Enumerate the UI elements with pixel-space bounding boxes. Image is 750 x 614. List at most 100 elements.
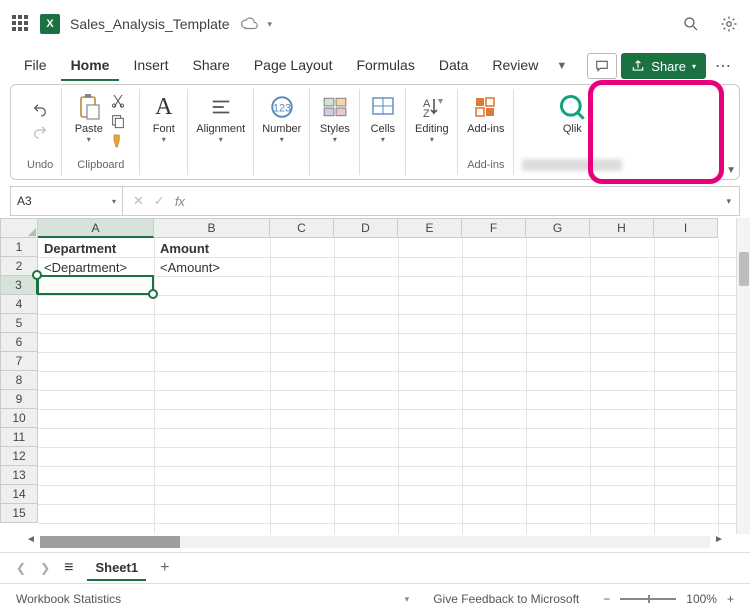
enter-formula-icon[interactable]: ✓ [154, 193, 165, 209]
row-header-4[interactable]: 4 [0, 295, 38, 314]
col-header-A[interactable]: A [38, 218, 154, 238]
scroll-right-icon[interactable]: ► [712, 534, 726, 545]
app-launcher-icon[interactable] [12, 15, 30, 33]
qlik-button[interactable]: Qlik [558, 93, 586, 135]
row-header-8[interactable]: 8 [0, 371, 38, 390]
collapse-ribbon-icon[interactable]: ▼ [726, 165, 736, 176]
tab-data[interactable]: Data [429, 51, 479, 81]
row-header-10[interactable]: 10 [0, 409, 38, 428]
row-header-13[interactable]: 13 [0, 466, 38, 485]
scroll-thumb[interactable] [739, 252, 749, 286]
select-all-corner[interactable] [0, 218, 38, 238]
file-name[interactable]: Sales_Analysis_Template [70, 16, 230, 32]
expand-formula-bar-icon[interactable]: ▾ [718, 196, 739, 207]
col-header-F[interactable]: F [462, 218, 526, 238]
fx-icon[interactable]: fx [175, 194, 185, 209]
cell-B2[interactable]: <Amount> [156, 258, 224, 277]
number-button[interactable]: 123 Number▾ [262, 93, 301, 144]
row-headers[interactable]: 123456789101112131415 [0, 238, 38, 523]
addins-group-label: Add-ins [467, 159, 504, 171]
row-header-3[interactable]: 3 [0, 276, 38, 295]
addins-button[interactable]: Add-ins [467, 93, 504, 135]
vertical-scrollbar[interactable] [736, 218, 750, 534]
copy-icon[interactable] [109, 113, 127, 129]
excel-app-icon: X [40, 14, 60, 34]
zoom-out-button[interactable]: − [603, 592, 610, 606]
zoom-control[interactable]: − 100% + [603, 592, 734, 606]
cut-icon[interactable] [109, 93, 127, 109]
col-header-D[interactable]: D [334, 218, 398, 238]
tab-home[interactable]: Home [61, 51, 120, 81]
scroll-thumb[interactable] [40, 536, 180, 548]
row-header-11[interactable]: 11 [0, 428, 38, 447]
add-sheet-button[interactable]: + [160, 559, 169, 577]
zoom-level[interactable]: 100% [686, 592, 717, 606]
selection-handle[interactable] [32, 270, 42, 280]
redo-icon[interactable] [30, 124, 50, 140]
cells-button[interactable]: Cells▾ [369, 93, 397, 144]
formula-input[interactable] [195, 187, 719, 215]
prev-sheet-icon[interactable]: ❮ [16, 561, 26, 575]
tab-insert[interactable]: Insert [123, 51, 178, 81]
tab-formulas[interactable]: Formulas [346, 51, 424, 81]
autosave-cloud-icon[interactable] [240, 15, 258, 33]
next-sheet-icon[interactable]: ❯ [40, 561, 50, 575]
svg-text:Z: Z [423, 108, 430, 119]
name-box[interactable]: A3 ▾ [11, 187, 123, 215]
row-header-12[interactable]: 12 [0, 447, 38, 466]
row-header-1[interactable]: 1 [0, 238, 38, 257]
cells-area[interactable]: Department Amount <Department> <Amount> [38, 238, 736, 534]
row-header-6[interactable]: 6 [0, 333, 38, 352]
gear-icon[interactable] [720, 15, 738, 33]
cell-B1[interactable]: Amount [156, 239, 213, 258]
row-header-14[interactable]: 14 [0, 485, 38, 504]
chevron-down-icon[interactable]: ▾ [268, 19, 273, 30]
scroll-left-icon[interactable]: ◄ [24, 534, 38, 545]
tab-file[interactable]: File [14, 51, 57, 81]
tab-share[interactable]: Share [182, 51, 239, 81]
qlik-sublabel-redacted [522, 159, 622, 171]
col-header-I[interactable]: I [654, 218, 718, 238]
menu-overflow-chevron-icon[interactable]: ▼ [552, 60, 571, 72]
feedback-link[interactable]: Give Feedback to Microsoft [433, 592, 579, 606]
col-header-G[interactable]: G [526, 218, 590, 238]
col-header-C[interactable]: C [270, 218, 334, 238]
undo-icon[interactable] [30, 102, 50, 118]
more-button[interactable]: ⋯ [710, 56, 736, 76]
status-bar: Workbook Statistics ▾ Give Feedback to M… [0, 584, 750, 614]
all-sheets-icon[interactable]: ≡ [64, 559, 73, 577]
alignment-button[interactable]: Alignment▾ [196, 93, 245, 144]
selection-handle[interactable] [148, 289, 158, 299]
comments-button[interactable] [587, 53, 617, 79]
row-header-9[interactable]: 9 [0, 390, 38, 409]
spreadsheet-grid[interactable]: ABCDEFGHI 123456789101112131415 Departme… [0, 218, 750, 534]
row-header-7[interactable]: 7 [0, 352, 38, 371]
sheet-tab[interactable]: Sheet1 [87, 556, 146, 581]
horizontal-scrollbar[interactable]: ◄ ► [0, 534, 750, 552]
styles-button[interactable]: Styles▾ [320, 93, 350, 144]
chevron-down-icon[interactable]: ▾ [112, 197, 116, 206]
align-icon [208, 96, 234, 118]
column-headers[interactable]: ABCDEFGHI [38, 218, 736, 238]
share-button[interactable]: Share ▾ [621, 53, 706, 79]
row-header-5[interactable]: 5 [0, 314, 38, 333]
zoom-in-button[interactable]: + [727, 592, 734, 606]
col-header-B[interactable]: B [154, 218, 270, 238]
search-icon[interactable] [682, 15, 700, 33]
help-dropdown-icon[interactable]: ▾ [405, 594, 410, 605]
paste-button[interactable]: Paste ▾ [75, 93, 103, 144]
workbook-statistics-button[interactable]: Workbook Statistics [16, 592, 121, 606]
title-bar: X Sales_Analysis_Template ▾ [0, 0, 750, 48]
row-header-15[interactable]: 15 [0, 504, 38, 523]
editing-button[interactable]: AZ Editing▾ [415, 93, 449, 144]
tab-review[interactable]: Review [482, 51, 548, 81]
font-button[interactable]: A Font▾ [150, 93, 178, 144]
col-header-H[interactable]: H [590, 218, 654, 238]
cells-icon [371, 96, 395, 118]
cancel-formula-icon[interactable]: ✕ [133, 193, 144, 209]
tab-page-layout[interactable]: Page Layout [244, 51, 343, 81]
chevron-down-icon: ▾ [692, 62, 696, 71]
format-painter-icon[interactable] [109, 133, 127, 149]
col-header-E[interactable]: E [398, 218, 462, 238]
cell-A1[interactable]: Department [40, 239, 120, 258]
